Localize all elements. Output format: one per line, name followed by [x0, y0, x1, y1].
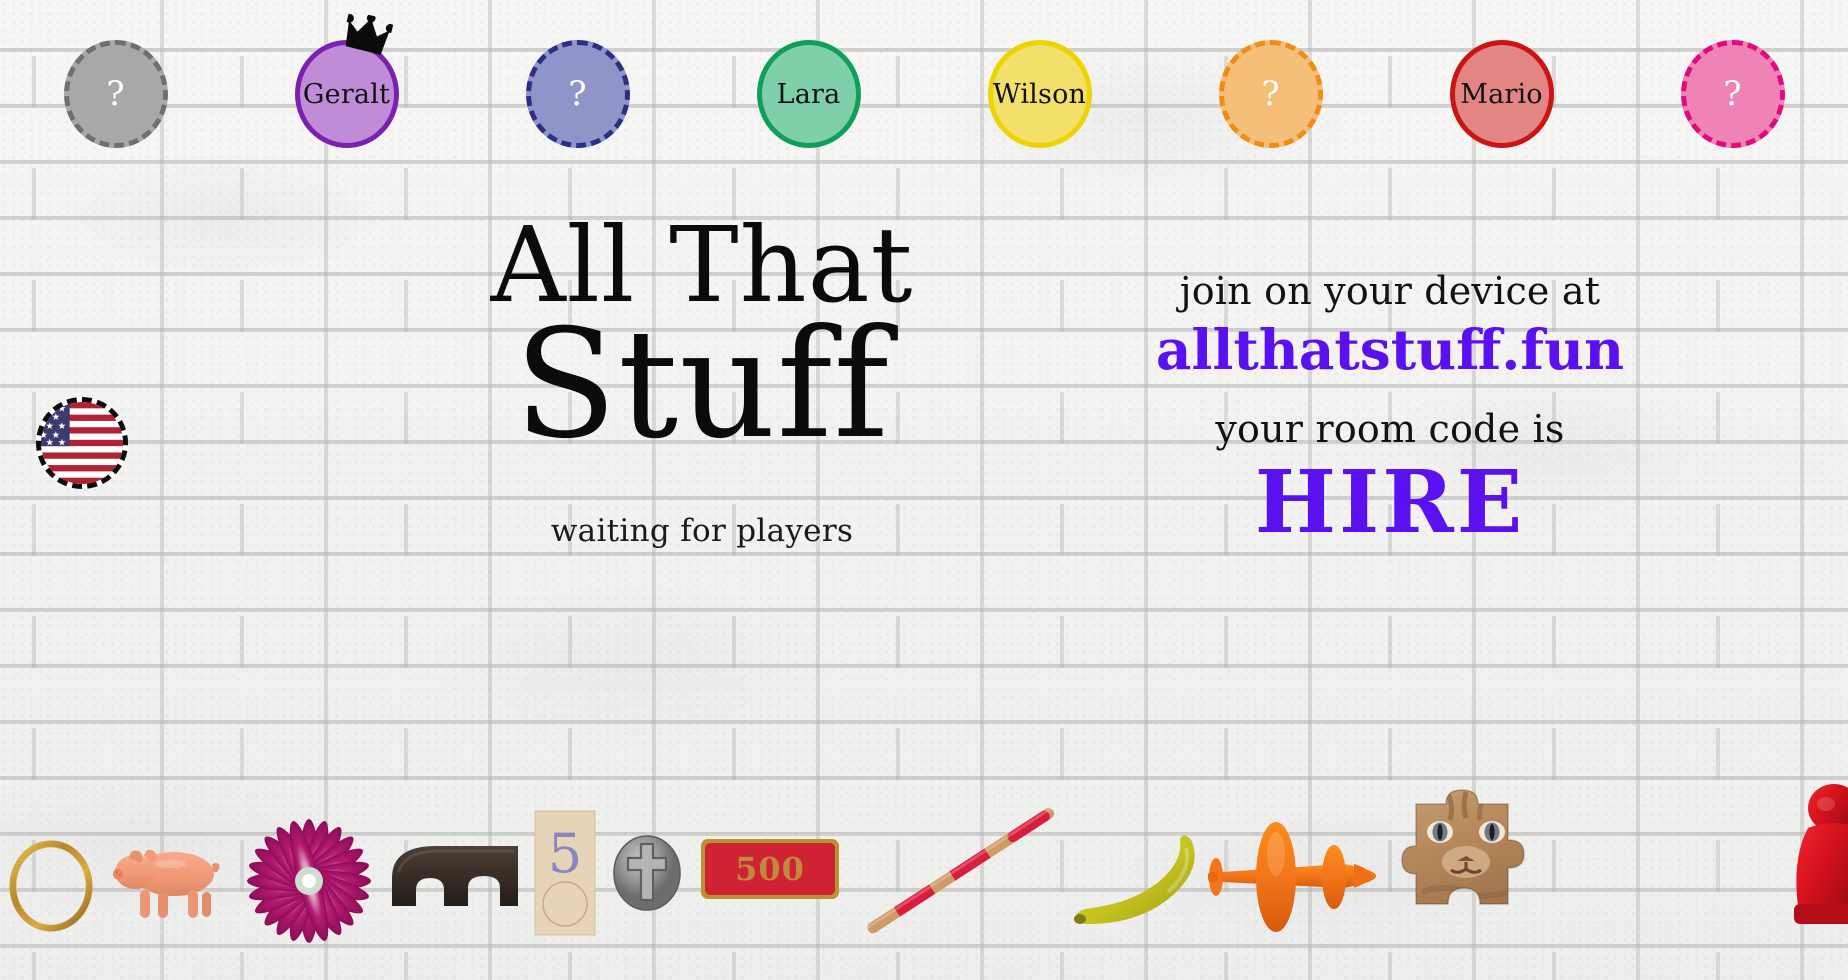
svg-text:★: ★ [46, 438, 54, 449]
player-slot-8: ? [1617, 24, 1848, 164]
question-mark-icon: ? [1261, 74, 1280, 114]
player-avatar-geralt[interactable]: Geralt [294, 13, 399, 148]
svg-text:★: ★ [41, 438, 42, 449]
player-slot-4: Lara [693, 24, 924, 164]
join-prompt-label: join on your device at [1179, 269, 1601, 313]
player-slot-1: ? [0, 24, 231, 164]
player-name-label: Geralt [302, 78, 391, 110]
empty-player-slot-3[interactable]: ? [525, 40, 630, 148]
empty-player-slot-6[interactable]: ? [1218, 40, 1323, 148]
flag-usa-icon: ★★★★★ ★★★★ ★★★★★ ★★★★ ★★★★★ [41, 402, 123, 484]
player-avatar-row: ? Geralt ? Lara Wilson? Mario? [0, 13, 1848, 164]
svg-text:★: ★ [58, 438, 66, 449]
join-instructions-panel: join on your device at allthatstuff.fun … [1080, 268, 1700, 548]
player-name-label: Lara [776, 78, 841, 110]
language-selector-button[interactable]: ★★★★★ ★★★★ ★★★★★ ★★★★ ★★★★★ [36, 397, 128, 489]
player-slot-7: Mario [1386, 24, 1617, 164]
lobby-status-text: waiting for players [550, 512, 854, 549]
player-slot-6: ? [1155, 24, 1386, 164]
empty-player-slot-8[interactable]: ? [1680, 40, 1785, 148]
question-mark-icon: ? [1723, 74, 1742, 114]
question-mark-icon: ? [106, 74, 125, 114]
page-title-line-2: Stuff [514, 297, 890, 472]
player-slot-3: ? [462, 24, 693, 164]
game-title-block: All That Stuff waiting for players [352, 213, 1052, 549]
player-slot-2: Geralt [231, 13, 462, 164]
room-code-value: HIRE [1254, 451, 1526, 553]
join-url: allthatstuff.fun [1155, 316, 1625, 382]
player-avatar-wilson[interactable]: Wilson [987, 40, 1092, 148]
svg-text:★: ★ [41, 421, 42, 432]
empty-player-slot-1[interactable]: ? [63, 40, 168, 148]
player-avatar-lara[interactable]: Lara [756, 40, 861, 148]
player-slot-5: Wilson [924, 24, 1155, 164]
player-avatar-mario[interactable]: Mario [1449, 40, 1554, 148]
question-mark-icon: ? [568, 74, 587, 114]
player-name-label: Mario [1460, 78, 1543, 110]
room-code-label: your room code is [1215, 407, 1565, 452]
player-name-label: Wilson [992, 78, 1087, 110]
